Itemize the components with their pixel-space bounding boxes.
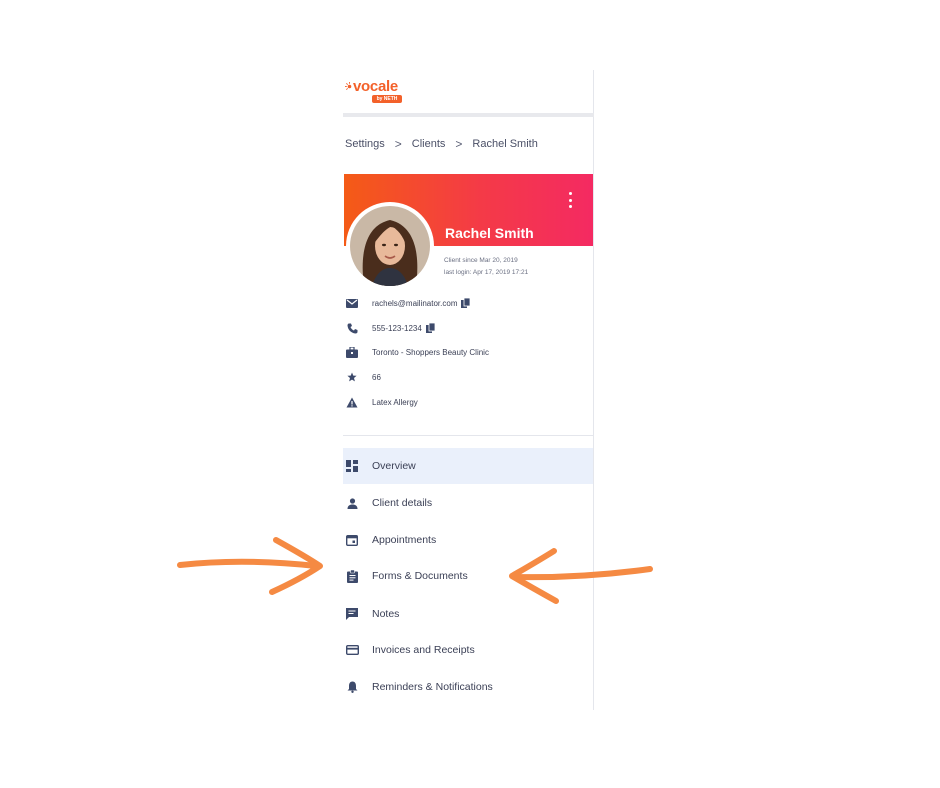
last-login: last login: Apr 17, 2019 17:21 [444,269,529,276]
nav-label: Appointments [372,534,437,546]
credit-card-icon [345,643,359,657]
breadcrumb-clients[interactable]: Clients [412,138,446,150]
mail-icon [345,296,359,310]
clipboard-icon [345,569,359,583]
nav-reminders-notifications[interactable]: Reminders & Notifications [343,669,593,705]
note-icon [345,607,359,621]
phone-icon [345,321,359,335]
nav-label: Forms & Documents [372,570,468,582]
more-options-icon[interactable] [567,192,573,208]
chevron-right-icon: > [455,137,463,151]
client-location: Toronto - Shoppers Beauty Clinic [372,347,489,357]
breadcrumb-settings[interactable]: Settings [345,138,385,150]
nav-label: Overview [372,460,416,472]
client-panel: vocale by NETH Settings > Clients > Rach… [343,70,594,710]
client-phone[interactable]: 555-123-1234 [372,324,422,333]
client-alert: Latex Allergy [372,397,418,407]
client-points: 66 [372,372,381,382]
dashboard-icon [345,459,359,473]
star-icon [345,370,359,384]
client-meta: Client since Mar 20, 2019 last login: Ap… [444,255,528,279]
nav-invoices-receipts[interactable]: Invoices and Receipts [343,632,593,668]
header-divider [343,113,594,117]
person-icon [345,496,359,510]
nav-label: Reminders & Notifications [372,681,493,693]
brand-badge: by NETH [372,95,402,103]
nav-overview[interactable]: Overview [343,448,593,484]
nav-label: Client details [372,497,433,509]
chevron-right-icon: > [394,137,402,151]
brand-name: vocale [353,78,398,95]
client-email[interactable]: rachels@mailinator.com [372,299,457,308]
client-name: Rachel Smith [445,225,534,241]
bell-icon [345,680,359,694]
points-row: 66 [345,369,585,385]
annotation-arrow-right [509,548,653,604]
warning-icon [345,395,359,409]
nav-label: Notes [372,608,400,620]
location-row: Toronto - Shoppers Beauty Clinic [345,344,585,360]
briefcase-icon [345,345,359,359]
brand-logo[interactable]: vocale by NETH [345,78,415,104]
nav-label: Invoices and Receipts [372,644,475,656]
section-divider [343,435,594,436]
avatar [350,206,430,286]
annotation-arrow-left [177,537,323,595]
client-since: Client since Mar 20, 2019 [444,257,518,264]
avatar-photo [350,206,430,286]
breadcrumb: Settings > Clients > Rachel Smith [345,137,538,151]
calendar-icon [345,533,359,547]
breadcrumb-client: Rachel Smith [472,138,538,150]
alert-row: Latex Allergy [345,394,585,410]
nav-client-details[interactable]: Client details [343,485,593,521]
copy-icon[interactable] [425,323,435,333]
email-row: rachels@mailinator.com [345,295,585,311]
copy-icon[interactable] [461,298,471,308]
phone-row: 555-123-1234 [345,320,585,336]
